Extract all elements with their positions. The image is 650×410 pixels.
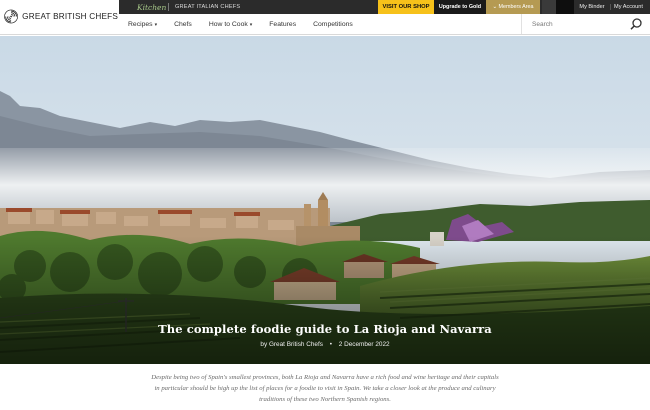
avatar[interactable] — [556, 0, 574, 14]
article-byline: by Great British Chefs • 2 December 2022 — [0, 341, 650, 348]
site-header: GREAT BRITISH CHEFS Kitchen GREAT ITALIA… — [0, 0, 650, 35]
great-italian-chefs-link[interactable]: GREAT ITALIAN CHEFS — [175, 4, 378, 10]
gbc-swirl-logo-icon — [4, 9, 18, 23]
article-title: The complete foodie guide to La Rioja an… — [158, 322, 492, 336]
article-intro: Despite being two of Spain's smallest pr… — [151, 374, 499, 403]
upgrade-gold-button[interactable]: Upgrade to Gold — [434, 0, 486, 14]
nav-item-label: Features — [269, 20, 297, 28]
byline-separator: • — [329, 341, 332, 348]
nav-item-features[interactable]: Features — [269, 21, 296, 28]
nav-item-how-to-cook[interactable]: How to Cook ▾ — [209, 21, 252, 28]
site-logo[interactable]: GREAT BRITISH CHEFS — [4, 3, 118, 29]
members-area-button[interactable]: ⌄ Members Area — [486, 0, 540, 14]
search-input[interactable]: Search — [532, 21, 629, 28]
top-utility-bar: Kitchen GREAT ITALIAN CHEFS VISIT OUR SH… — [119, 0, 650, 14]
nav-item-label: Competitions — [313, 20, 353, 28]
brand-name: GREAT BRITISH CHEFS — [22, 11, 118, 21]
nav-item-chefs[interactable]: Chefs — [174, 21, 192, 28]
chevron-down-icon: ▾ — [154, 21, 158, 28]
nav-item-label: Recipes — [128, 20, 153, 28]
article-author[interactable]: by Great British Chefs — [260, 341, 323, 348]
visit-shop-button[interactable]: VISIT OUR SHOP — [378, 0, 434, 14]
notification-icon[interactable] — [542, 0, 556, 14]
kitchen-link[interactable]: Kitchen — [119, 3, 166, 12]
main-nav: Recipes ▾ Chefs How to Cook ▾ Features Com… — [119, 14, 521, 34]
hero-banner: The complete foodie guide to La Rioja an… — [0, 36, 650, 364]
my-binder-link[interactable]: My Binder — [574, 4, 610, 10]
my-account-link[interactable]: My Account — [610, 4, 646, 10]
nav-item-label: How to Cook — [208, 20, 248, 28]
chevron-down-icon: ▾ — [249, 21, 253, 28]
search-box[interactable]: Search — [521, 14, 650, 34]
article-date: 2 December 2022 — [338, 341, 390, 348]
search-icon[interactable] — [629, 17, 643, 31]
members-area-label: Members Area — [498, 4, 534, 10]
nav-item-competitions[interactable]: Competitions — [313, 21, 353, 28]
nav-item-recipes[interactable]: Recipes ▾ — [128, 21, 157, 28]
nav-item-label: Chefs — [174, 20, 192, 28]
divider — [168, 3, 169, 11]
